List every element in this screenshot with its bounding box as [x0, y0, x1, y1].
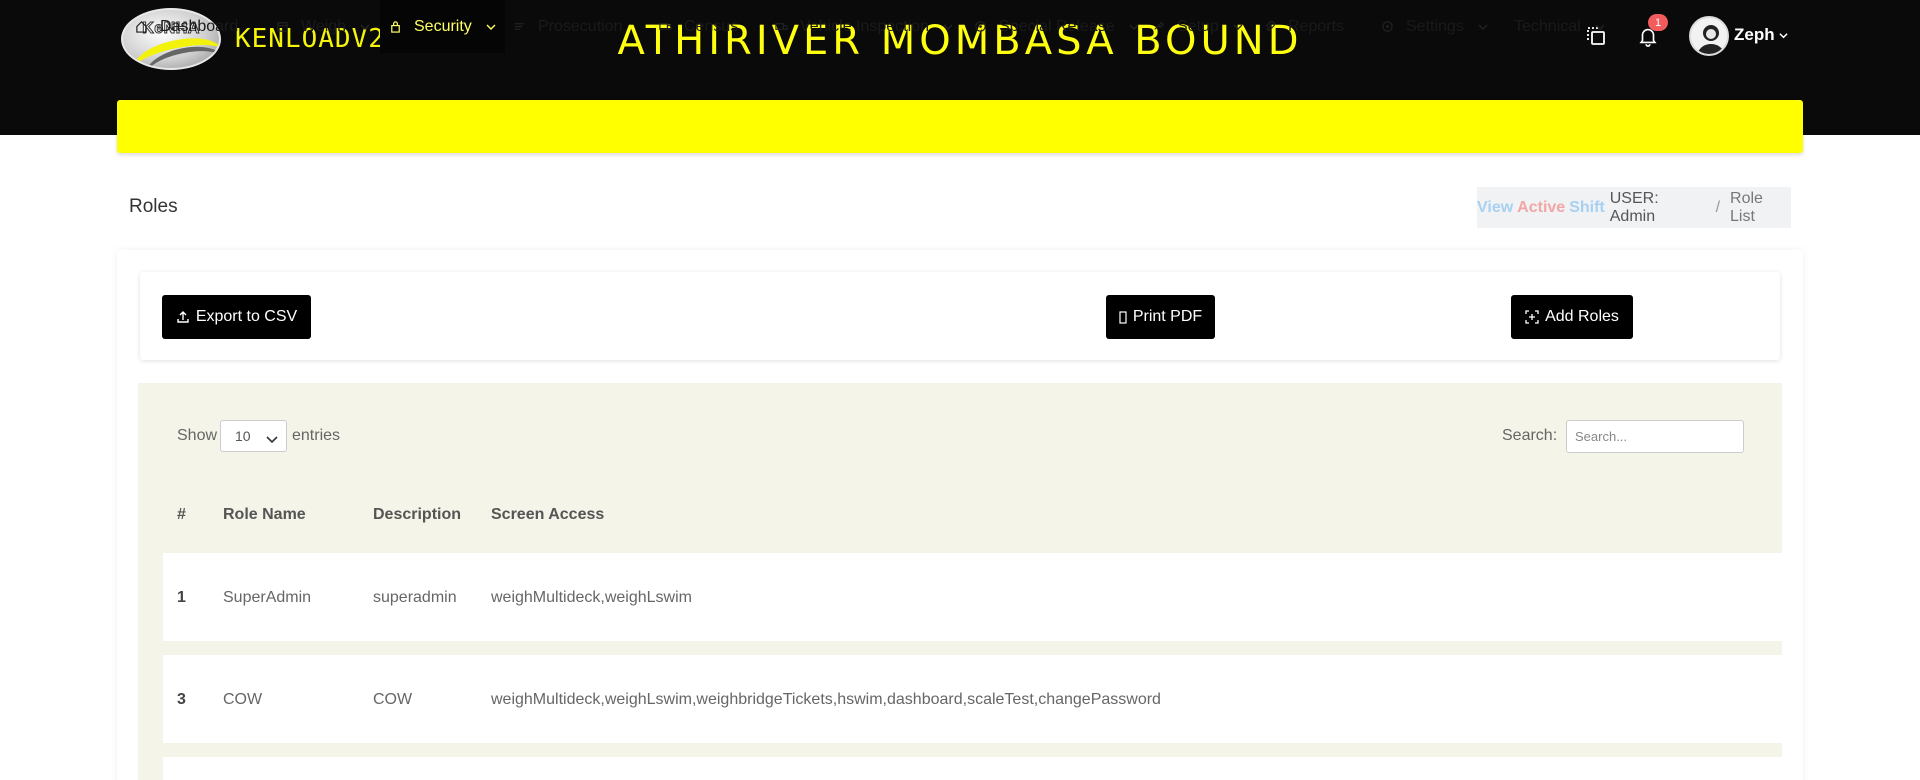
- nav-label: Security: [414, 17, 472, 35]
- breadcrumb-user: USER: Admin: [1609, 189, 1659, 225]
- entries-label: entries: [292, 427, 341, 444]
- user-menu[interactable]: Zeph: [1734, 25, 1788, 45]
- nav-item-weigh[interactable]: Weigh: [275, 0, 370, 53]
- shift-label[interactable]: Shift: [1569, 199, 1605, 217]
- nav-label: Census: [684, 17, 739, 35]
- nav-item-dashboard[interactable]: Dashboard: [134, 0, 238, 53]
- export-csv-button[interactable]: Export to CSV: [162, 295, 311, 339]
- nav-item-security[interactable]: Security: [380, 0, 505, 53]
- chevron-down-icon: [486, 22, 496, 32]
- breadcrumb-separator: /: [1715, 198, 1721, 216]
- breadcrumb: View Active Shift USER: Admin / Role Lis…: [1477, 187, 1791, 228]
- add-frame-icon: [1525, 310, 1539, 324]
- nav-item-prosecution[interactable]: Prosecution: [512, 0, 623, 53]
- chevron-down-icon: [1595, 22, 1605, 32]
- nav-label: Settings: [1406, 17, 1464, 35]
- print-pdf-button[interactable]: Print PDF: [1106, 295, 1215, 339]
- role-description: COW: [373, 691, 413, 708]
- nav-label: Prosecution: [538, 17, 623, 35]
- lock-icon: [388, 20, 402, 34]
- chevron-down-icon: [360, 22, 370, 32]
- nav-item-special-release[interactable]: Special Release: [973, 0, 1139, 53]
- print-label: Print PDF: [1132, 308, 1203, 325]
- upload-icon: [177, 311, 189, 323]
- view-shift-link[interactable]: View: [1477, 199, 1513, 217]
- nav-label: Setup: [1177, 17, 1219, 35]
- nav-item-settings[interactable]: Settings: [1380, 0, 1488, 53]
- role-name: COW: [223, 691, 263, 708]
- nav-item-reports[interactable]: Reports: [1262, 0, 1344, 53]
- search-input[interactable]: [1566, 420, 1744, 453]
- column-header-screen-access[interactable]: Screen Access: [491, 506, 604, 524]
- home-icon: [134, 20, 148, 34]
- circle-icon: [1380, 20, 1394, 34]
- list-icon: [512, 20, 526, 34]
- entries-select[interactable]: 10: [220, 420, 287, 452]
- nav-label: Dashboard: [160, 17, 239, 35]
- role-name: SuperAdmin: [223, 589, 312, 606]
- truck-icon: [774, 20, 788, 34]
- search-label: Search:: [1502, 427, 1558, 444]
- document-icon: [1119, 310, 1127, 324]
- nav-item-technical[interactable]: Technical: [1514, 0, 1605, 53]
- setup-icon: [1151, 20, 1165, 34]
- breadcrumb-current: Role List: [1730, 189, 1763, 225]
- entries-value: 10: [235, 428, 251, 444]
- chevron-down-icon: [1129, 22, 1139, 32]
- circle-icon: [973, 20, 987, 34]
- nav-item-vehicle-inspection[interactable]: Vehicle Inspection: [774, 0, 953, 53]
- export-label: Export to CSV: [195, 308, 298, 325]
- chevron-down-icon: [1233, 22, 1243, 32]
- table-row[interactable]: [163, 757, 1782, 780]
- user-name: Zeph: [1734, 25, 1775, 44]
- chevron-down-icon: [1779, 33, 1788, 39]
- screen-access: weighMultideck,weighLswim: [491, 589, 692, 606]
- column-header-description[interactable]: Description: [373, 506, 461, 524]
- nav-label: Vehicle Inspection: [800, 17, 929, 35]
- column-header-number[interactable]: #: [177, 506, 186, 524]
- row-number: 3: [177, 691, 186, 708]
- column-header-role-name[interactable]: Role Name: [223, 506, 306, 524]
- show-label: Show: [177, 427, 218, 444]
- main-nav: [117, 100, 1803, 153]
- nav-label: Technical: [1514, 17, 1581, 35]
- scale-icon: [275, 20, 289, 34]
- nav-label: Reports: [1288, 17, 1345, 35]
- avatar[interactable]: [1689, 16, 1729, 56]
- row-number: 1: [177, 589, 186, 606]
- truck-icon: [658, 20, 672, 34]
- nav-label: Special Release: [999, 17, 1115, 35]
- add-label: Add Roles: [1545, 308, 1619, 325]
- nav-label: Weigh: [301, 17, 347, 35]
- chevron-down-icon: [266, 431, 278, 447]
- role-description: superadmin: [373, 589, 457, 606]
- nav-item-setup[interactable]: Setup: [1151, 0, 1243, 53]
- chevron-down-icon: [943, 22, 953, 32]
- paperclip-icon: [1262, 20, 1276, 34]
- screen-access: weighMultideck,weighLswim,weighbridgeTic…: [491, 691, 1161, 708]
- add-roles-button[interactable]: Add Roles: [1511, 295, 1633, 339]
- page-title: Roles: [129, 196, 178, 217]
- active-label[interactable]: Active: [1517, 199, 1565, 217]
- notification-badge: 1: [1648, 14, 1668, 31]
- chevron-down-icon: [1478, 22, 1488, 32]
- nav-item-census[interactable]: Census: [658, 0, 738, 53]
